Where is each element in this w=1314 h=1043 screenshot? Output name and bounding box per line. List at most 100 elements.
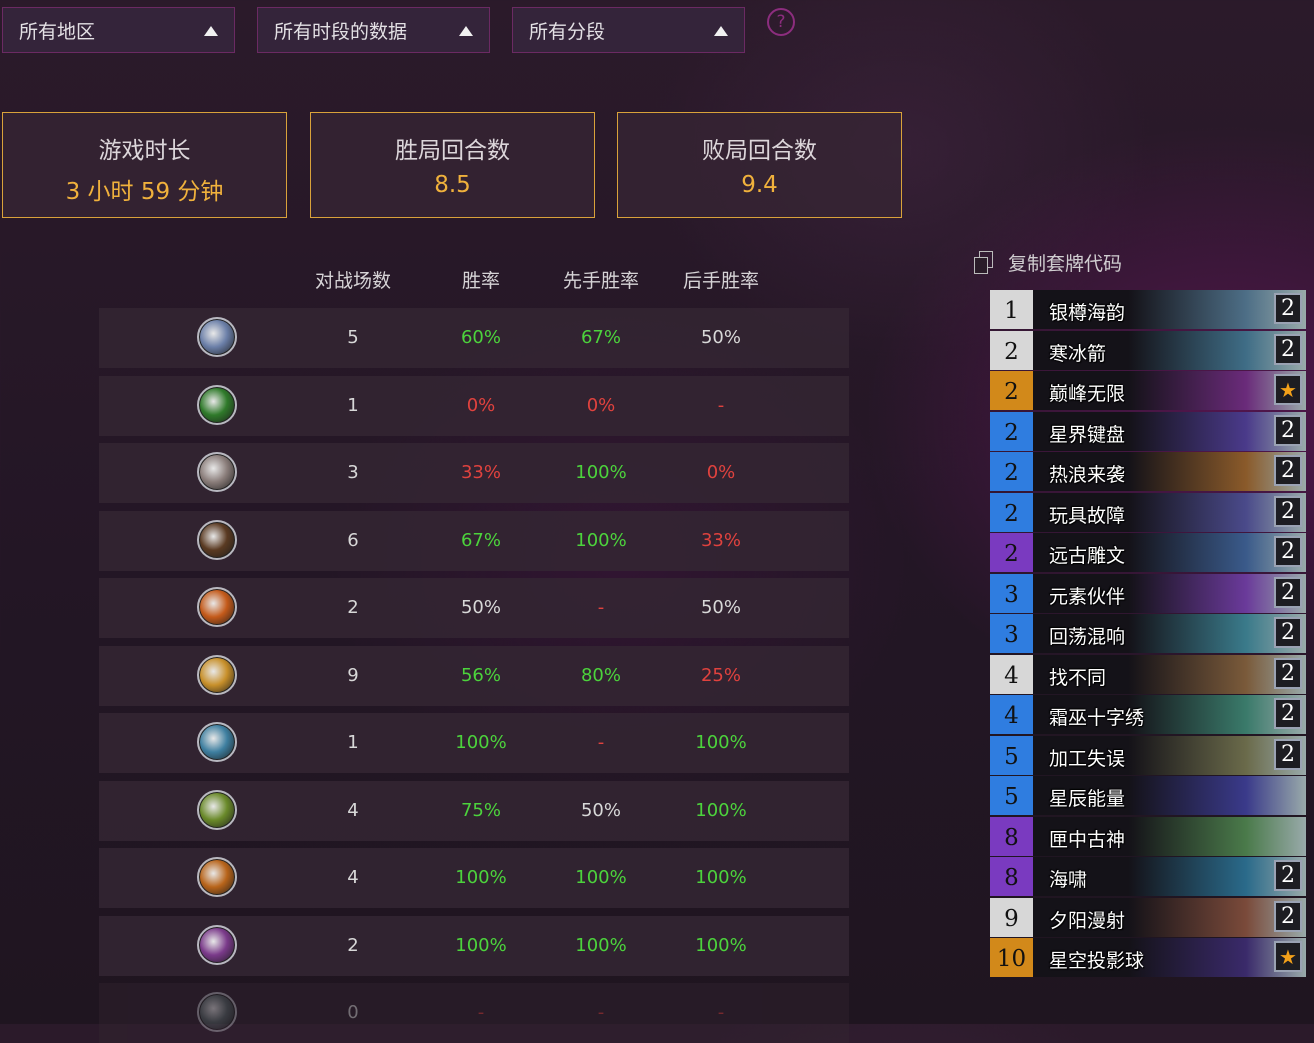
winrate-cell: 56% (460, 665, 501, 686)
winrate-cell: 60% (460, 327, 501, 348)
card-cost: 5 (990, 735, 1033, 775)
stat-game-duration: 游戏时长 3 小时 59 分钟 (2, 112, 287, 218)
deck-card[interactable]: 3 回荡混响 2 (990, 614, 1306, 653)
table-row[interactable]: 1 100% - 100% (99, 713, 849, 773)
rank-dropdown[interactable]: 所有分段 (512, 7, 745, 53)
caret-up-icon (459, 26, 473, 36)
card-cost: 8 (990, 816, 1033, 856)
table-row[interactable]: 6 67% 100% 33% (99, 511, 849, 571)
stat-loss-turns: 败局回合数 9.4 (617, 112, 902, 218)
table-row[interactable]: 4 75% 50% 100% (99, 781, 849, 841)
games-cell: 0 (347, 1002, 359, 1023)
card-name: 银樽海韵 (1049, 302, 1126, 324)
caret-up-icon (204, 26, 218, 36)
copy-icon (974, 250, 994, 275)
card-cost: 3 (990, 614, 1033, 653)
card-cost: 10 (990, 938, 1033, 977)
card-count: 2 (1274, 536, 1302, 567)
death-knight-icon (197, 722, 237, 762)
card-cost: 2 (990, 452, 1033, 491)
card-name: 匣中古神 (1049, 828, 1126, 851)
first-winrate-cell: - (597, 597, 605, 618)
warlock-icon (197, 857, 237, 897)
hunter-icon (197, 520, 237, 560)
deck-card[interactable]: 4 找不同 2 (990, 654, 1306, 694)
card-count: 2 (1274, 657, 1302, 689)
table-row[interactable]: 2 100% 100% 100% (99, 916, 849, 976)
mage-icon (197, 587, 237, 627)
winrate-cell: - (477, 1002, 485, 1023)
table-row[interactable]: 2 50% - 50% (99, 578, 849, 638)
deck-card[interactable]: 2 寒冰箭 2 (990, 330, 1306, 370)
card-count: 2 (1274, 738, 1302, 770)
first-winrate-cell: 100% (575, 462, 627, 483)
card-cost: 2 (990, 411, 1033, 451)
deck-card[interactable]: 3 元素伙伴 2 (990, 573, 1306, 613)
time-range-dropdown-label: 所有时段的数据 (274, 20, 408, 43)
deck-card[interactable]: 5 加工失误 2 (990, 735, 1306, 775)
card-cost: 4 (990, 695, 1033, 734)
deck-card[interactable]: 8 海啸 2 (990, 857, 1306, 896)
games-cell: 4 (347, 867, 359, 888)
help-icon[interactable]: ? (767, 8, 795, 36)
deck-card[interactable]: 5 星辰能量 (990, 776, 1306, 815)
table-row[interactable]: 0 - - - (99, 983, 849, 1043)
games-cell: 2 (347, 597, 359, 618)
card-cost: 5 (990, 776, 1033, 815)
first-winrate-cell: 100% (575, 867, 627, 888)
column-header-first-winrate[interactable]: 先手胜率 (541, 266, 661, 293)
card-cost: 2 (990, 330, 1033, 370)
shaman-icon (197, 317, 237, 357)
winrate-cell: 0% (466, 395, 496, 416)
card-name: 热浪来袭 (1049, 464, 1126, 486)
card-count: 2 (1274, 414, 1302, 446)
table-row[interactable]: 3 33% 100% 0% (99, 443, 849, 503)
card-name: 远古雕文 (1049, 545, 1126, 567)
second-winrate-cell: 100% (695, 800, 747, 821)
games-cell: 9 (347, 665, 359, 686)
deck-card[interactable]: 2 星界键盘 2 (990, 411, 1306, 451)
deck-card[interactable]: 2 巅峰无限 ★ (990, 371, 1306, 410)
deck-card[interactable]: 2 远古雕文 2 (990, 533, 1306, 572)
deck-card[interactable]: 10 星空投影球 ★ (990, 938, 1306, 977)
column-header-games[interactable]: 对战场数 (293, 266, 413, 293)
table-row[interactable]: 5 60% 67% 50% (99, 308, 849, 368)
card-count: 2 (1274, 495, 1302, 527)
deck-card[interactable]: 9 夕阳漫射 2 (990, 897, 1306, 937)
rogue-icon (197, 385, 237, 425)
deck-card[interactable]: 2 热浪来袭 2 (990, 452, 1306, 491)
stat-label: 游戏时长 (98, 138, 191, 164)
card-count: 2 (1274, 698, 1302, 729)
deck-card[interactable]: 4 霜巫十字绣 2 (990, 695, 1306, 734)
second-winrate-cell: 50% (700, 327, 741, 348)
card-count: 2 (1274, 455, 1302, 486)
games-cell: 1 (347, 732, 359, 753)
copy-deck-code-button[interactable]: 复制套牌代码 (974, 249, 1122, 276)
games-cell: 4 (347, 800, 359, 821)
caret-up-icon (714, 26, 728, 36)
rank-dropdown-label: 所有分段 (529, 20, 606, 43)
second-winrate-cell: 50% (700, 597, 741, 618)
card-cost: 2 (990, 371, 1033, 410)
winrate-cell: 100% (455, 867, 507, 888)
deck-card[interactable]: 1 银樽海韵 2 (990, 290, 1306, 329)
second-winrate-cell: 100% (695, 935, 747, 956)
time-range-dropdown[interactable]: 所有时段的数据 (257, 7, 490, 53)
winrate-cell: 67% (460, 530, 501, 551)
winrate-cell: 100% (455, 732, 507, 753)
region-dropdown-label: 所有地区 (19, 20, 96, 43)
table-row[interactable]: 9 56% 80% 25% (99, 646, 849, 706)
stat-value: 3 小时 59 分钟 (65, 179, 224, 205)
column-header-second-winrate[interactable]: 后手胜率 (661, 266, 781, 293)
deck-card[interactable]: 2 玩具故障 2 (990, 492, 1306, 532)
region-dropdown[interactable]: 所有地区 (2, 7, 235, 53)
table-row[interactable]: 1 0% 0% - (99, 376, 849, 436)
legendary-star-icon: ★ (1274, 941, 1302, 972)
first-winrate-cell: 0% (586, 395, 616, 416)
column-header-winrate[interactable]: 胜率 (421, 266, 541, 293)
table-row[interactable]: 4 100% 100% 100% (99, 848, 849, 908)
deck-card[interactable]: 8 匣中古神 (990, 816, 1306, 856)
card-name: 回荡混响 (1049, 626, 1126, 648)
priest-icon (197, 925, 237, 965)
card-count: 2 (1274, 860, 1302, 891)
